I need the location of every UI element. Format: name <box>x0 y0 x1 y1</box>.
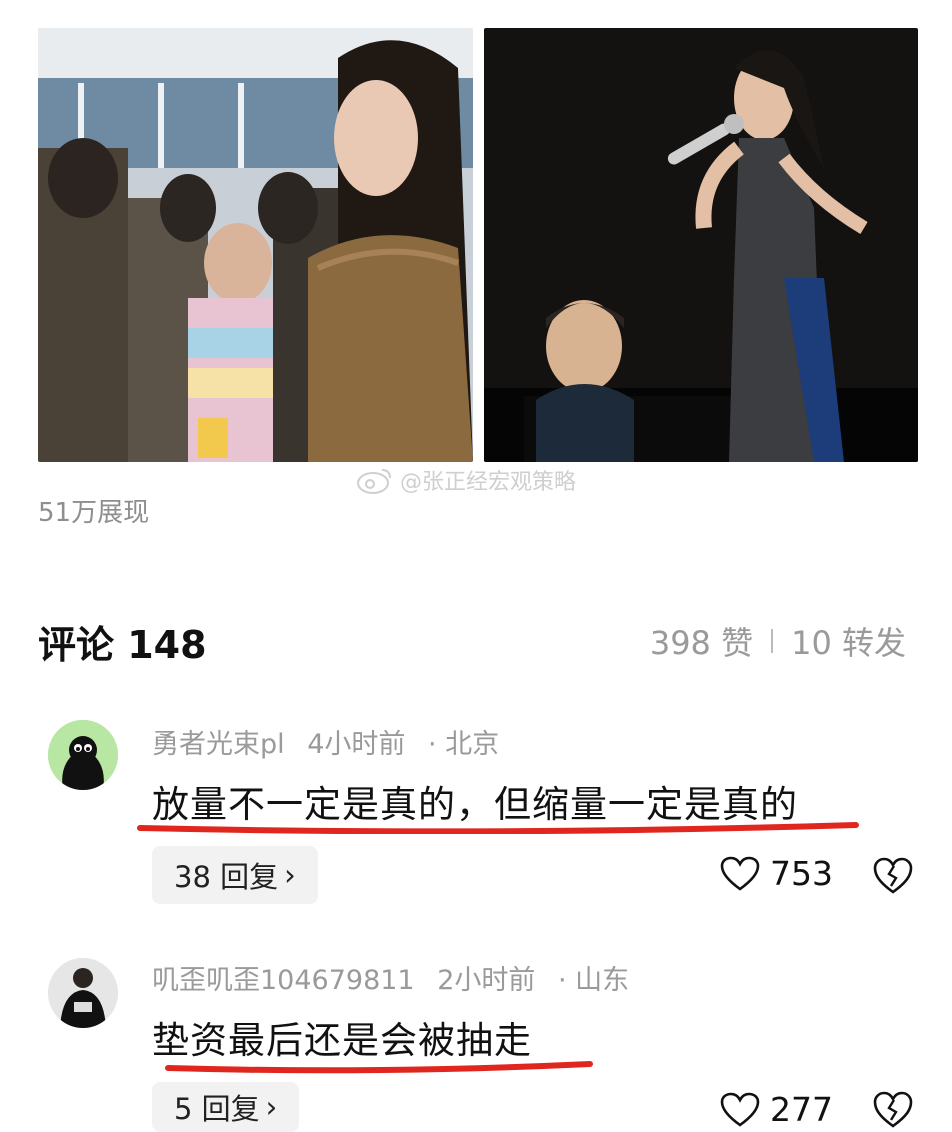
post-image-left[interactable] <box>38 28 473 462</box>
chevron-right-icon: › <box>284 858 296 892</box>
post-image-right[interactable] <box>484 28 918 462</box>
post-stats: 398 赞 10 转发 <box>650 618 906 664</box>
avatar[interactable] <box>48 958 118 1028</box>
comment-time: 4小时前 <box>307 729 406 760</box>
red-underline-annotation <box>137 822 859 834</box>
avatar-person-image <box>48 958 118 1028</box>
heart-icon <box>720 856 760 891</box>
comments-title: 评论 148 <box>38 623 207 667</box>
broken-heart-icon[interactable] <box>872 1090 914 1130</box>
comment-username[interactable]: 勇者光束pl <box>152 729 285 760</box>
comment-username[interactable]: 叽歪叽歪104679811 <box>152 965 415 996</box>
weibo-logo-icon <box>357 469 391 494</box>
comment-meta: 勇者光束pl 4小时前 · 北京 <box>152 722 513 761</box>
comment-text: 垫资最后还是会被抽走 <box>152 1019 532 1062</box>
broken-heart-icon[interactable] <box>872 856 914 896</box>
watermark-text: @张正经宏观策略 <box>400 470 577 495</box>
heart-icon <box>720 1092 760 1127</box>
like-count: 277 <box>770 1090 833 1129</box>
avatar-bird-image <box>48 720 118 790</box>
reply-count-button[interactable]: 5 回复 › <box>152 1082 300 1132</box>
comment-location: · 山东 <box>557 965 630 996</box>
red-underline-annotation <box>165 1061 593 1074</box>
shares-count[interactable]: 10 转发 <box>791 618 906 664</box>
office-crowd-image <box>38 28 473 462</box>
comment-meta: 叽歪叽歪104679811 2小时前 · 山东 <box>152 958 643 997</box>
stats-divider <box>771 629 774 653</box>
view-count: 51万展现 <box>38 498 150 528</box>
comment-location: · 北京 <box>428 729 500 760</box>
chevron-right-icon: › <box>265 1090 278 1124</box>
reply-count-label: 38 回复 <box>174 860 279 894</box>
stage-singer-image <box>484 28 918 462</box>
reply-count-label: 5 回复 <box>174 1092 260 1126</box>
comment-time: 2小时前 <box>437 965 536 996</box>
weibo-watermark: @张正经宏观策略 <box>356 464 576 496</box>
likes-count[interactable]: 398 赞 <box>650 618 753 664</box>
like-button[interactable]: 277 <box>720 1090 833 1129</box>
like-button[interactable]: 753 <box>720 854 833 893</box>
reply-count-button[interactable]: 38 回复 › <box>152 846 318 904</box>
like-count: 753 <box>770 854 833 893</box>
avatar[interactable] <box>48 720 118 790</box>
